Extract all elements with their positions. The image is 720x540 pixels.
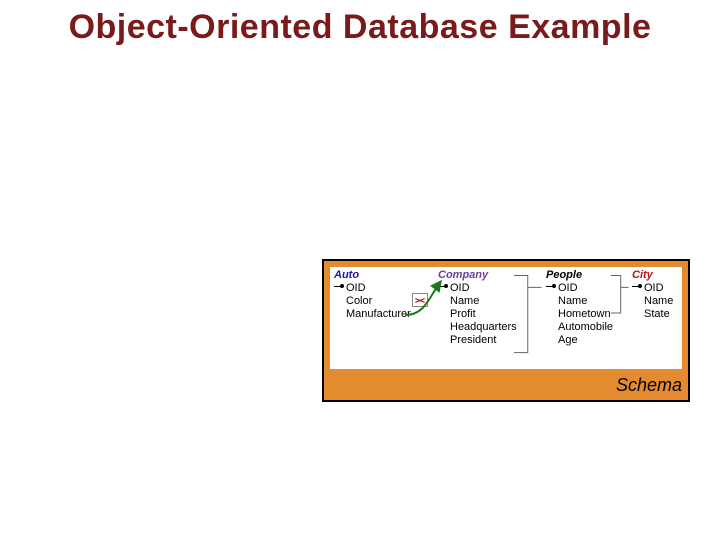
entity-people-attr-age-label: Age (558, 334, 578, 346)
entity-company-attr-president: President (438, 334, 516, 347)
entity-people-attr-hometown-label: Hometown (558, 308, 611, 320)
entity-company-attr-oid: OID (438, 282, 516, 295)
schema-diagram: Auto OID Color Manufacturer Company OID … (330, 267, 682, 369)
entity-people-header: People (546, 269, 618, 282)
schema-container: Auto OID Color Manufacturer Company OID … (322, 259, 690, 402)
entity-people-attr-oid-label: OID (558, 282, 578, 294)
entity-people-attr-automobile-label: Automobile (558, 321, 613, 333)
entity-city-attr-name-label: Name (644, 295, 673, 307)
entity-auto-attr-oid: OID (334, 282, 406, 295)
entity-company: Company OID Name Profit Headquarters Pre… (438, 269, 516, 347)
entity-auto-header: Auto (334, 269, 406, 282)
entity-city-attr-state-label: State (644, 308, 670, 320)
entity-company-attr-profit-label: Profit (450, 308, 476, 320)
entity-city-header: City (632, 269, 678, 282)
entity-auto-attr-oid-label: OID (346, 282, 366, 294)
entity-city-attr-state: State (632, 308, 678, 321)
broken-image-icon (412, 293, 428, 307)
entity-city: City OID Name State (632, 269, 678, 321)
entity-company-attr-president-label: President (450, 334, 496, 346)
entity-company-header: Company (438, 269, 516, 282)
entity-people-attr-name: Name (546, 295, 618, 308)
entity-auto-attr-color-label: Color (346, 295, 372, 307)
entity-company-attr-oid-label: OID (450, 282, 470, 294)
entity-company-attr-name-label: Name (450, 295, 479, 307)
entity-auto-attr-color: Color (334, 295, 406, 308)
entity-people-attr-name-label: Name (558, 295, 587, 307)
entity-auto-attr-manufacturer-label: Manufacturer (346, 308, 411, 320)
entity-people-attr-hometown: Hometown (546, 308, 618, 321)
entity-people: People OID Name Hometown Automobile Age (546, 269, 618, 347)
entity-city-attr-oid-label: OID (644, 282, 664, 294)
entity-company-attr-profit: Profit (438, 308, 516, 321)
entity-city-attr-oid: OID (632, 282, 678, 295)
entity-company-attr-name: Name (438, 295, 516, 308)
entity-company-attr-hq: Headquarters (438, 321, 516, 334)
relation-company-people-top (514, 275, 542, 287)
entity-auto: Auto OID Color Manufacturer (334, 269, 406, 321)
entity-auto-attr-manufacturer: Manufacturer (334, 308, 406, 321)
entity-people-attr-automobile: Automobile (546, 321, 618, 334)
page-title: Object-Oriented Database Example (0, 8, 720, 47)
schema-label: Schema (324, 375, 688, 400)
entity-people-attr-oid: OID (546, 282, 618, 295)
entity-city-attr-name: Name (632, 295, 678, 308)
entity-people-attr-age: Age (546, 334, 618, 347)
entity-company-attr-hq-label: Headquarters (450, 321, 517, 333)
